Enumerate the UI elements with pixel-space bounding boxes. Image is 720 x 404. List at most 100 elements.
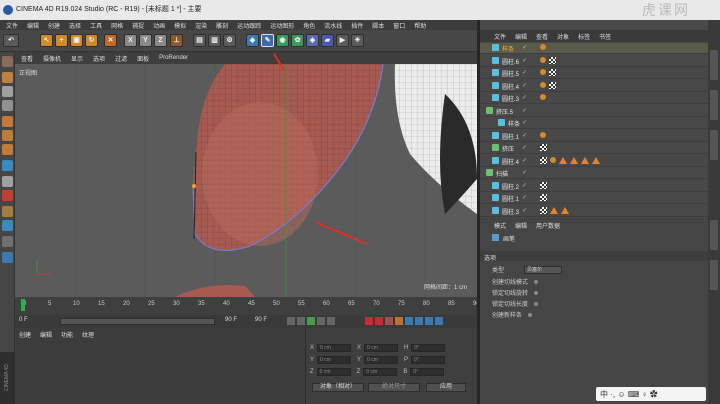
material-tab[interactable]: 功能 bbox=[61, 330, 73, 339]
end-frame[interactable]: 90 F bbox=[225, 317, 237, 323]
recent-icon[interactable]: ✕ bbox=[104, 34, 117, 47]
axis-y-button[interactable]: Y bbox=[139, 34, 152, 47]
move-icon[interactable]: + bbox=[55, 34, 68, 47]
camera-icon[interactable]: ▶ bbox=[336, 34, 349, 47]
menu-item[interactable]: 运动图形 bbox=[270, 21, 294, 30]
option-toggle-icon[interactable] bbox=[534, 301, 539, 306]
visibility-check-icon[interactable]: ✓ bbox=[522, 83, 529, 90]
object-name[interactable]: 圆柱.1 bbox=[502, 194, 519, 203]
material-tab[interactable]: 纹理 bbox=[82, 330, 94, 339]
scale-key-icon[interactable] bbox=[425, 317, 433, 325]
menu-item[interactable]: 捕捉 bbox=[132, 21, 144, 30]
workplane-icon[interactable] bbox=[2, 100, 13, 111]
object-name[interactable]: 样条 bbox=[508, 119, 520, 128]
phong-tag-icon[interactable] bbox=[540, 206, 547, 214]
points-mode-icon[interactable] bbox=[2, 116, 13, 127]
viewport-menu-item[interactable]: 查看 bbox=[21, 54, 33, 63]
vtab-structure[interactable] bbox=[710, 130, 718, 160]
object-row[interactable]: 圆柱.4 ✓ bbox=[480, 81, 708, 92]
object-row[interactable]: 圆柱.4 ✓ bbox=[480, 156, 708, 167]
coord-field[interactable]: 0° bbox=[411, 344, 446, 352]
object-name[interactable]: 挤压.5 bbox=[496, 107, 513, 116]
keyframe-icon[interactable] bbox=[385, 317, 393, 325]
record-controls[interactable] bbox=[365, 317, 443, 325]
option-toggle-icon[interactable] bbox=[528, 312, 533, 317]
next-key-icon[interactable] bbox=[317, 317, 325, 325]
phong-tag-icon[interactable] bbox=[549, 81, 556, 89]
vtab-layers[interactable] bbox=[710, 260, 718, 290]
coord-field[interactable]: 0 cm bbox=[364, 356, 399, 364]
undo-icon[interactable]: ↶ bbox=[3, 34, 19, 47]
menu-item[interactable]: 流水线 bbox=[324, 21, 342, 30]
menu-item[interactable]: 角色 bbox=[303, 21, 315, 30]
menu-item[interactable]: 文件 bbox=[6, 21, 18, 30]
visibility-check-icon[interactable]: ✓ bbox=[522, 145, 529, 152]
coord-field[interactable]: 0 cm bbox=[363, 368, 398, 376]
object-row[interactable]: 圆柱.3 ✓ bbox=[480, 206, 708, 217]
object-name[interactable]: 圆柱.3 bbox=[502, 207, 519, 216]
coord-field[interactable]: 0 cm bbox=[317, 356, 352, 364]
display-tag-icon[interactable] bbox=[540, 94, 546, 100]
material-tag-icon[interactable] bbox=[561, 206, 569, 214]
param-key-icon[interactable] bbox=[435, 317, 443, 325]
go-end-icon[interactable] bbox=[327, 317, 335, 325]
render-view-icon[interactable]: ▤ bbox=[193, 34, 206, 47]
attribute-tab[interactable]: 编辑 bbox=[515, 221, 527, 230]
visibility-check-icon[interactable]: ✓ bbox=[522, 183, 529, 190]
visibility-check-icon[interactable]: ✓ bbox=[522, 58, 529, 65]
phong-tag-icon[interactable] bbox=[549, 56, 556, 64]
menu-item[interactable]: 创建 bbox=[48, 21, 60, 30]
tweak-icon[interactable] bbox=[2, 190, 13, 201]
phong-tag-icon[interactable] bbox=[549, 69, 556, 76]
coord-field[interactable]: 0° bbox=[411, 356, 446, 364]
object-manager-tab[interactable]: 书签 bbox=[599, 32, 611, 41]
render-picture-icon[interactable]: ▥ bbox=[208, 34, 221, 47]
object-row[interactable]: 圆柱.3 ✓ bbox=[480, 93, 708, 104]
grid-icon[interactable] bbox=[2, 236, 13, 247]
material-tag-icon[interactable] bbox=[570, 156, 578, 164]
object-name[interactable]: 圆柱.5 bbox=[502, 69, 519, 78]
object-row[interactable]: 圆柱.5 ✓ bbox=[480, 68, 708, 79]
object-manager-tab[interactable]: 文件 bbox=[494, 32, 506, 41]
object-name[interactable]: 圆柱.6 bbox=[502, 57, 519, 66]
coord-field[interactable]: 0 cm bbox=[316, 368, 351, 376]
object-row[interactable]: 圆柱.1 ✓ bbox=[480, 131, 708, 142]
visibility-check-icon[interactable]: ✓ bbox=[522, 70, 529, 77]
edges-mode-icon[interactable] bbox=[2, 130, 13, 141]
subdivision-icon[interactable]: ◉ bbox=[276, 34, 289, 47]
menu-item[interactable]: 运动跟踪 bbox=[237, 21, 261, 30]
material-tab[interactable]: 创建 bbox=[19, 330, 31, 339]
visibility-check-icon[interactable]: ✓ bbox=[522, 45, 529, 52]
object-name[interactable]: 扫描 bbox=[496, 169, 508, 178]
apply-button[interactable]: 应用 bbox=[426, 383, 466, 392]
viewport-menu-item[interactable]: ProRender bbox=[159, 55, 188, 61]
make-editable-icon[interactable] bbox=[2, 56, 13, 67]
menu-item[interactable]: 工具 bbox=[90, 21, 102, 30]
viewport-menu-item[interactable]: 面板 bbox=[137, 54, 149, 63]
axis-x-button[interactable]: X bbox=[124, 34, 137, 47]
coord-system-icon[interactable]: ⊥ bbox=[170, 34, 183, 47]
vtab-attributes[interactable] bbox=[710, 220, 718, 250]
floor-icon[interactable]: ▰ bbox=[321, 34, 334, 47]
coord-mode-select[interactable]: 对象（相对） bbox=[312, 383, 364, 392]
viewport-front[interactable]: 正视图 网格间距：1 cm bbox=[15, 64, 477, 297]
display-tag-icon[interactable] bbox=[540, 69, 546, 75]
object-manager-tab[interactable]: 查看 bbox=[536, 32, 548, 41]
texture-mode-icon[interactable] bbox=[2, 86, 13, 97]
visibility-check-icon[interactable]: ✓ bbox=[522, 95, 529, 102]
visibility-check-icon[interactable]: ✓ bbox=[522, 195, 529, 202]
material-tag-icon[interactable] bbox=[559, 156, 567, 164]
viewport-menu-item[interactable]: 过滤 bbox=[115, 54, 127, 63]
object-manager-tab[interactable]: 对象 bbox=[557, 32, 569, 41]
frame-range-slider[interactable] bbox=[60, 318, 215, 325]
rotate-icon[interactable]: ↻ bbox=[85, 34, 98, 47]
object-name[interactable]: 圆柱.4 bbox=[502, 82, 519, 91]
phong-tag-icon[interactable] bbox=[540, 194, 547, 201]
menu-item[interactable]: 动画 bbox=[153, 21, 165, 30]
phong-tag-icon[interactable] bbox=[540, 181, 547, 189]
object-name[interactable]: 圆柱.4 bbox=[502, 157, 519, 166]
material-tag-icon[interactable] bbox=[592, 156, 600, 164]
menu-item[interactable]: 窗口 bbox=[393, 21, 405, 30]
max-frame[interactable]: 90 F bbox=[255, 317, 267, 323]
phong-tag-icon[interactable] bbox=[540, 144, 547, 151]
